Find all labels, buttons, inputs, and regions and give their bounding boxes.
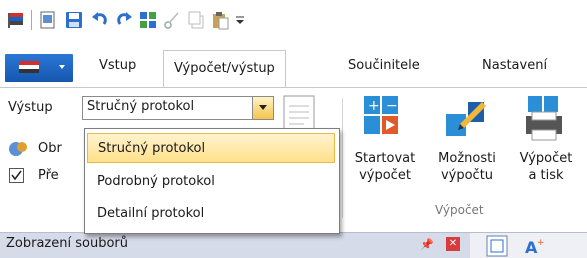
- save-icon[interactable]: [64, 10, 84, 30]
- quick-access-toolbar: [0, 0, 587, 40]
- svg-text:+: +: [368, 98, 380, 114]
- calculation-options-line1: Možnosti: [438, 151, 496, 166]
- qat-separator: [31, 10, 32, 30]
- chevron-down-icon: [259, 105, 267, 110]
- calculate-and-print-icon: [526, 96, 562, 141]
- start-calculation-icon: + −: [364, 96, 398, 134]
- checkmark-icon: [11, 170, 22, 181]
- close-icon[interactable]: ✕: [446, 237, 460, 251]
- tab-vypocet-vystup[interactable]: Výpočet/výstup: [163, 50, 286, 89]
- chevron-down-icon: [59, 65, 65, 69]
- images-checkbox-label: Obr: [38, 141, 62, 156]
- grid-layout-icon[interactable]: [138, 10, 158, 30]
- dropdown-option-podrobny[interactable]: Podrobný protokol: [87, 167, 345, 197]
- start-calculation-line1: Startovat: [354, 151, 416, 166]
- redo-icon[interactable]: [114, 10, 134, 30]
- output-label: Výstup: [8, 100, 53, 115]
- output-select[interactable]: Stručný protokol: [82, 96, 274, 120]
- print-checkbox[interactable]: [9, 168, 24, 183]
- calculate-and-print-line2: a tisk: [528, 168, 564, 183]
- file-view-pane-header: Zobrazení souborů 📌 ✕: [0, 232, 470, 258]
- start-calculation-button[interactable]: Startovat výpočet: [354, 150, 416, 184]
- print-checkbox-label: Pře: [38, 168, 59, 183]
- file-menu-button[interactable]: [5, 54, 73, 82]
- customize-qat-icon[interactable]: [234, 10, 246, 30]
- font-size-icon[interactable]: A +: [522, 235, 546, 257]
- start-calculation-line2: výpočet: [359, 168, 411, 183]
- paste-icon[interactable]: [210, 10, 230, 30]
- calculation-options-line2: výpočtu: [440, 168, 494, 183]
- tab-vstup[interactable]: Vstup: [99, 58, 136, 73]
- calculate-and-print-line1: Výpočet: [519, 151, 573, 166]
- copy-icon[interactable]: [186, 10, 206, 30]
- calculation-options-button[interactable]: Možnosti výpočtu: [428, 150, 506, 184]
- calculation-options-icon: [446, 102, 486, 136]
- new-document-icon[interactable]: [38, 10, 58, 30]
- undo-icon[interactable]: [90, 10, 110, 30]
- tab-soucinitele[interactable]: Součinitele: [348, 58, 420, 73]
- svg-text:−: −: [386, 98, 398, 114]
- right-pane-toolbar: A +: [470, 232, 587, 258]
- output-dropdown-list: Stručný protokol Podrobný protokol Detai…: [84, 128, 340, 234]
- images-icon: [9, 142, 27, 156]
- dropdown-button[interactable]: [252, 97, 273, 119]
- app-flag-icon[interactable]: [6, 10, 26, 30]
- svg-text:+: +: [537, 238, 545, 248]
- app-flag-icon: [19, 61, 39, 73]
- ribbon-tabs: Vstup Výpočet/výstup Součinitele Nastave…: [0, 48, 587, 89]
- dropdown-option-strucny[interactable]: Stručný protokol: [87, 133, 335, 163]
- cut-icon[interactable]: [162, 10, 182, 30]
- group-label-calculation: Výpočet: [435, 203, 484, 217]
- pin-icon[interactable]: 📌: [420, 238, 434, 251]
- view-grid-icon[interactable]: [486, 235, 508, 257]
- tab-nastaveni[interactable]: Nastavení: [482, 58, 547, 73]
- calculate-and-print-button[interactable]: Výpočet a tisk: [511, 150, 581, 184]
- dropdown-option-detailni[interactable]: Detailní protokol: [87, 199, 345, 229]
- output-select-value: Stručný protokol: [87, 99, 195, 114]
- pane-title: Zobrazení souborů: [6, 236, 128, 251]
